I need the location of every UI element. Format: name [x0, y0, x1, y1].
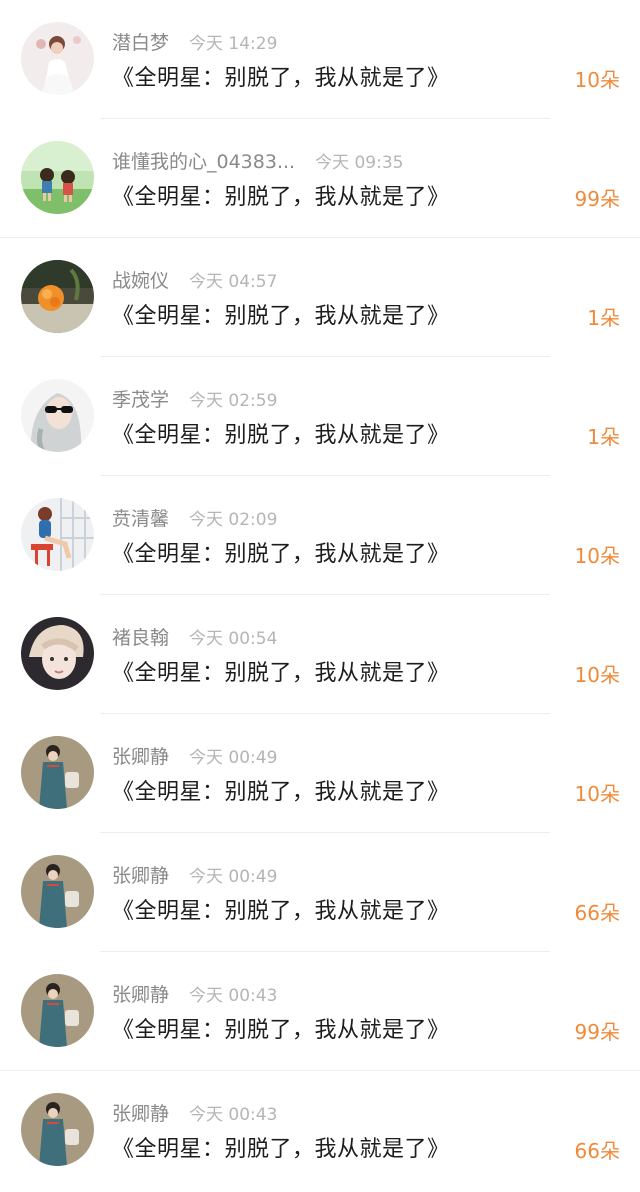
username[interactable]: 贲清馨: [112, 504, 169, 531]
book-title[interactable]: 《全明星：别脱了，我从就是了》: [112, 298, 450, 330]
username[interactable]: 张卿静: [112, 980, 169, 1007]
flower-count: 10朵: [574, 544, 620, 568]
book-title[interactable]: 《全明星：别脱了，我从就是了》: [112, 893, 450, 925]
list-item[interactable]: 张卿静 今天 00:49 《全明星：别脱了，我从就是了》 10朵: [0, 714, 640, 833]
pinup-girl-avatar-icon: [21, 498, 94, 571]
avatar[interactable]: [21, 855, 94, 928]
list-item[interactable]: 潜白梦 今天 14:29 《全明星：别脱了，我从就是了》 10朵: [0, 0, 640, 119]
book-title[interactable]: 《全明星：别脱了，我从就是了》: [112, 1012, 450, 1044]
list-item[interactable]: 战婉仪 今天 04:57 《全明星：别脱了，我从就是了》 1朵: [0, 238, 640, 357]
avatar[interactable]: [21, 141, 94, 214]
avatar[interactable]: [21, 379, 94, 452]
qipao-girl-avatar-icon: [21, 974, 94, 1047]
book-title[interactable]: 《全明星：别脱了，我从就是了》: [112, 179, 450, 211]
meta-line: 褚良翰 今天 00:54: [112, 623, 277, 649]
qipao-girl-avatar-icon: [21, 1093, 94, 1166]
flower-count: 10朵: [574, 782, 620, 806]
book-title[interactable]: 《全明星：别脱了，我从就是了》: [112, 774, 450, 806]
meta-line: 张卿静 今天 00:43: [112, 1099, 277, 1125]
timestamp: 今天 02:09: [189, 509, 278, 530]
flower-count: 10朵: [574, 68, 620, 92]
flower-count: 99朵: [574, 187, 620, 211]
timestamp: 今天 00:43: [189, 1104, 278, 1125]
username[interactable]: 战婉仪: [112, 266, 169, 293]
timestamp: 今天 00:49: [189, 747, 278, 768]
flower-count: 1朵: [587, 425, 620, 449]
username[interactable]: 季茂学: [112, 385, 169, 412]
orange-flower-avatar-icon: [21, 260, 94, 333]
timestamp: 今天 04:57: [189, 271, 278, 292]
avatar[interactable]: [21, 498, 94, 571]
flower-count: 66朵: [574, 1139, 620, 1163]
avatar[interactable]: [21, 617, 94, 690]
list-item[interactable]: 季茂学 今天 02:59 《全明星：别脱了，我从就是了》 1朵: [0, 357, 640, 476]
cartoon-kids-avatar-icon: [21, 141, 94, 214]
book-title[interactable]: 《全明星：别脱了，我从就是了》: [112, 536, 450, 568]
username[interactable]: 张卿静: [112, 1099, 169, 1126]
avatar[interactable]: [21, 736, 94, 809]
meta-line: 谁懂我的心_04383... 今天 09:35: [112, 147, 403, 173]
book-title[interactable]: 《全明星：别脱了，我从就是了》: [112, 60, 450, 92]
timestamp: 今天 00:54: [189, 628, 278, 649]
sunglasses-girl-avatar-icon: [21, 379, 94, 452]
book-title[interactable]: 《全明星：别脱了，我从就是了》: [112, 1131, 450, 1163]
girl-white-dress-avatar-icon: [21, 22, 94, 95]
timestamp: 今天 09:35: [315, 152, 404, 173]
avatar[interactable]: [21, 22, 94, 95]
flower-count: 66朵: [574, 901, 620, 925]
flower-count: 10朵: [574, 663, 620, 687]
list-item[interactable]: 贲清馨 今天 02:09 《全明星：别脱了，我从就是了》 10朵: [0, 476, 640, 595]
book-title[interactable]: 《全明星：别脱了，我从就是了》: [112, 417, 450, 449]
list-item[interactable]: 张卿静 今天 00:49 《全明星：别脱了，我从就是了》 66朵: [0, 833, 640, 952]
avatar[interactable]: [21, 1093, 94, 1166]
book-title[interactable]: 《全明星：别脱了，我从就是了》: [112, 655, 450, 687]
meta-line: 贲清馨 今天 02:09: [112, 504, 277, 530]
username[interactable]: 张卿静: [112, 742, 169, 769]
meta-line: 季茂学 今天 02:59: [112, 385, 277, 411]
flower-count: 99朵: [574, 1020, 620, 1044]
username[interactable]: 潜白梦: [112, 28, 169, 55]
list-item[interactable]: 谁懂我的心_04383... 今天 09:35 《全明星：别脱了，我从就是了》 …: [0, 119, 640, 238]
list-item[interactable]: 褚良翰 今天 00:54 《全明星：别脱了，我从就是了》 10朵: [0, 595, 640, 714]
timestamp: 今天 00:43: [189, 985, 278, 1006]
meta-line: 张卿静 今天 00:49: [112, 742, 277, 768]
list-item[interactable]: 张卿静 今天 00:43 《全明星：别脱了，我从就是了》 66朵: [0, 1071, 640, 1190]
avatar[interactable]: [21, 260, 94, 333]
timestamp: 今天 00:49: [189, 866, 278, 887]
qipao-girl-avatar-icon: [21, 855, 94, 928]
meta-line: 战婉仪 今天 04:57: [112, 266, 277, 292]
meta-line: 张卿静 今天 00:49: [112, 861, 277, 887]
meta-line: 潜白梦 今天 14:29: [112, 28, 277, 54]
username[interactable]: 褚良翰: [112, 623, 169, 650]
flower-count: 1朵: [587, 306, 620, 330]
avatar[interactable]: [21, 974, 94, 1047]
list-item[interactable]: 张卿静 今天 00:43 《全明星：别脱了，我从就是了》 99朵: [0, 952, 640, 1071]
username[interactable]: 谁懂我的心_04383...: [112, 147, 295, 174]
gift-list: 潜白梦 今天 14:29 《全明星：别脱了，我从就是了》 10朵 谁懂我的心_0…: [0, 0, 640, 1192]
portrait-boy-avatar-icon: [21, 617, 94, 690]
username[interactable]: 张卿静: [112, 861, 169, 888]
timestamp: 今天 02:59: [189, 390, 278, 411]
meta-line: 张卿静 今天 00:43: [112, 980, 277, 1006]
timestamp: 今天 14:29: [189, 33, 278, 54]
qipao-girl-avatar-icon: [21, 736, 94, 809]
